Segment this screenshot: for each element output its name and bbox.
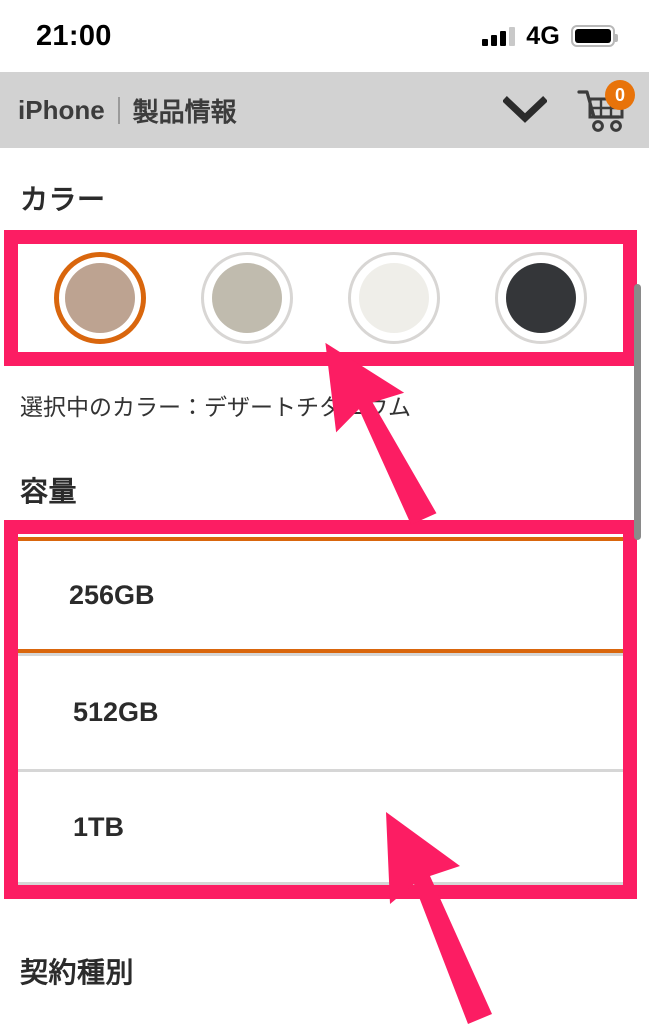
- breadcrumb-current: 製品情報: [132, 96, 237, 127]
- header-actions: 0: [503, 80, 635, 134]
- capacity-option-label: 512GB: [73, 697, 159, 727]
- breadcrumb: iPhone 製品情報: [18, 92, 237, 129]
- color-swatch-desert-titanium[interactable]: [26, 252, 173, 344]
- capacity-option-512gb[interactable]: 512GB: [18, 653, 623, 769]
- swatch-ring: [348, 252, 441, 344]
- color-swatch-natural-titanium[interactable]: [173, 252, 320, 344]
- color-swatch-highlight-box: [4, 230, 637, 366]
- battery-full-icon: [571, 25, 618, 47]
- capacity-option-label: 1TB: [73, 811, 125, 842]
- selected-color-label: 選択中のカラー：デザートチタニウム: [20, 394, 411, 420]
- cart-count-badge: 0: [605, 80, 635, 110]
- status-time: 21:00: [36, 19, 112, 52]
- status-indicators: 4G: [482, 21, 618, 51]
- network-type-label: 4G: [526, 21, 560, 50]
- capacity-option-256gb[interactable]: 256GB: [18, 537, 623, 653]
- swatch-color-dot: [64, 263, 135, 333]
- swatch-color-dot: [359, 263, 430, 333]
- contract-section-title: 契約種別: [20, 957, 135, 988]
- color-swatch-white-titanium[interactable]: [321, 252, 468, 344]
- product-options-content: カラー 選択中のカラー：デザートチタニウム 容量 256GB 512GB 1TB…: [0, 148, 649, 991]
- capacity-option-label: 256GB: [69, 579, 155, 610]
- capacity-option-1tb[interactable]: 1TB: [18, 769, 623, 885]
- swatch-color-dot: [211, 263, 282, 333]
- capacity-section-title: 容量: [20, 476, 78, 507]
- color-swatch-black-titanium[interactable]: [468, 252, 615, 344]
- chevron-down-icon[interactable]: [503, 96, 547, 124]
- breadcrumb-separator: [117, 96, 120, 124]
- color-section-title: カラー: [20, 184, 106, 215]
- color-swatch-list: [18, 244, 623, 352]
- swatch-ring: [53, 252, 146, 344]
- app-header: iPhone 製品情報 0: [0, 72, 649, 148]
- swatch-ring: [200, 252, 293, 344]
- signal-bars-icon: [482, 26, 516, 46]
- shopping-cart-icon[interactable]: 0: [577, 80, 635, 134]
- page-scrollbar[interactable]: [634, 284, 641, 540]
- swatch-color-dot: [506, 263, 577, 333]
- capacity-highlight-box: 256GB 512GB 1TB: [4, 520, 637, 899]
- status-bar: 21:00 4G: [0, 0, 649, 72]
- capacity-option-list: 256GB 512GB 1TB: [18, 534, 623, 885]
- swatch-ring: [495, 252, 588, 344]
- breadcrumb-root[interactable]: iPhone: [18, 95, 105, 126]
